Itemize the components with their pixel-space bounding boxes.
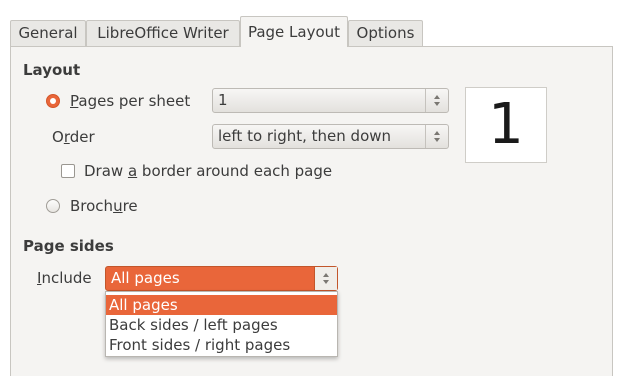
- updown-arrows-icon[interactable]: [425, 89, 448, 112]
- order-label: Order: [52, 128, 95, 146]
- layout-preview: 1: [465, 87, 547, 163]
- dropdown-option-all-pages[interactable]: All pages: [106, 295, 337, 315]
- include-select[interactable]: All pages: [105, 266, 338, 291]
- layout-heading: Layout: [23, 61, 81, 79]
- page-sides-heading: Page sides: [23, 237, 114, 255]
- pages-per-sheet-label: Pages per sheet: [70, 92, 191, 110]
- tab-libreoffice-writer[interactable]: LibreOffice Writer: [86, 20, 240, 46]
- dropdown-option-front-sides[interactable]: Front sides / right pages: [106, 335, 337, 355]
- brochure-radio[interactable]: [46, 199, 60, 213]
- pages-per-sheet-select[interactable]: 1: [212, 88, 449, 113]
- dropdown-option-back-sides[interactable]: Back sides / left pages: [106, 315, 337, 335]
- updown-arrows-icon[interactable]: [314, 267, 337, 290]
- pages-per-sheet-radio[interactable]: [46, 94, 60, 108]
- tab-page-layout[interactable]: Page Layout: [240, 16, 348, 47]
- updown-arrows-icon[interactable]: [425, 125, 448, 148]
- include-label: Include: [37, 269, 92, 287]
- draw-border-label: Draw a border around each page: [84, 162, 333, 180]
- include-dropdown-list: All pages Back sides / left pages Front …: [105, 291, 338, 357]
- tab-options[interactable]: Options: [348, 20, 423, 46]
- order-select[interactable]: left to right, then down: [212, 124, 449, 149]
- brochure-label: Brochure: [70, 197, 138, 215]
- tab-general[interactable]: General: [10, 20, 86, 46]
- draw-border-checkbox[interactable]: [61, 164, 75, 178]
